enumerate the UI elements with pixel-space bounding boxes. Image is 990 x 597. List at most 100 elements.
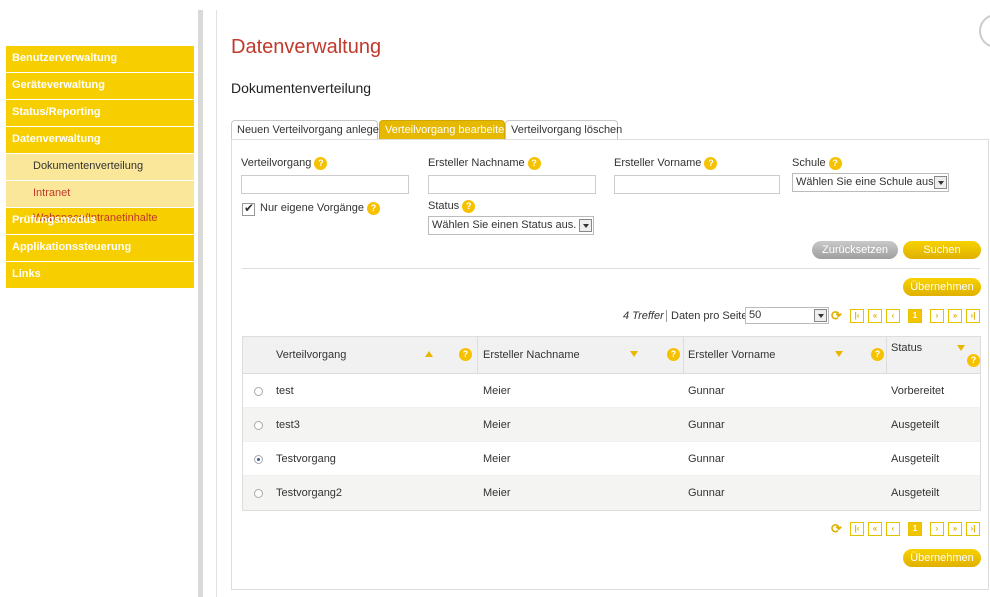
verteilvorgang-input[interactable] (241, 175, 409, 194)
cell-verteilvorgang: test (276, 385, 294, 397)
cell-verteilvorgang: Testvorgang2 (276, 487, 343, 499)
schule-select[interactable]: Wählen Sie eine Schule aus (792, 173, 949, 192)
nachname-label: Ersteller Nachname? (428, 157, 541, 170)
cell-status: Vorbereitet (891, 385, 945, 397)
help-icon[interactable]: ? (366, 202, 380, 215)
nav-status-reporting[interactable]: Status/Reporting (6, 99, 194, 126)
first-page-icon[interactable]: |‹ (850, 522, 864, 536)
status-select[interactable]: Wählen Sie einen Status aus. (428, 216, 594, 235)
help-icon[interactable]: ? (967, 354, 980, 367)
cell-verteilvorgang: test3 (276, 419, 300, 431)
cell-nachname: Meier (483, 419, 511, 431)
last-page-icon[interactable]: ›| (966, 522, 980, 536)
per-page-select[interactable]: 50 (745, 307, 829, 324)
fast-back-icon[interactable]: « (868, 309, 882, 323)
fast-forward-icon[interactable]: » (948, 522, 962, 536)
schule-label: Schule? (792, 157, 842, 170)
table-row[interactable]: test3 Meier Gunnar Ausgeteilt (243, 408, 980, 442)
cell-status: Ausgeteilt (891, 487, 940, 499)
row-radio[interactable] (254, 421, 263, 430)
nav-intranet-webspace[interactable]: Intranet Webspace/Intranetinhalte (6, 180, 194, 224)
apply-button-bottom[interactable]: Übernehmen (903, 549, 981, 567)
apply-button-top[interactable]: Übernehmen (903, 278, 981, 296)
tab-loeschen[interactable]: Verteilvorgang löschen (505, 120, 622, 139)
fast-back-icon[interactable]: « (868, 522, 882, 536)
tab-neuen-anlegen[interactable]: Neuen Verteilvorgang anlegen (231, 120, 385, 139)
sort-desc-icon[interactable] (957, 345, 965, 351)
status-select-value: Wählen Sie einen Status aus. (432, 219, 577, 231)
per-page-label: Daten pro Seite: (666, 310, 751, 322)
first-page-icon[interactable]: |‹ (850, 309, 864, 323)
table-row[interactable]: test Meier Gunnar Vorbereitet (243, 374, 980, 408)
tab-bearbeiten[interactable]: Verteilvorgang bearbeiten (379, 120, 510, 139)
eigene-label: Nur eigene Vorgänge? (260, 202, 380, 215)
help-icon[interactable]: ? (459, 348, 472, 361)
chevron-down-icon (934, 176, 947, 189)
separator (242, 268, 980, 269)
col-verteilvorgang[interactable]: Verteilvorgang ? (243, 337, 478, 373)
eigene-checkbox[interactable] (242, 201, 255, 216)
row-radio[interactable] (254, 489, 263, 498)
cell-nachname: Meier (483, 385, 511, 397)
fast-forward-icon[interactable]: » (948, 309, 962, 323)
current-page[interactable]: 1 (908, 522, 922, 536)
help-icon[interactable]: ? (871, 348, 884, 361)
help-icon[interactable]: ? (462, 200, 476, 213)
verteilvorgang-label: Verteilvorgang? (241, 157, 328, 170)
next-page-icon[interactable]: › (930, 522, 944, 536)
col-nachname[interactable]: Ersteller Nachname ? (478, 337, 684, 373)
pager-top: ⟳ |‹ « ‹ 1 › » ›| (831, 309, 981, 323)
sidebar: Benutzerverwaltung Geräteverwaltung Stat… (6, 45, 194, 288)
nav-geraeteverwaltung[interactable]: Geräteverwaltung (6, 72, 194, 99)
chevron-down-icon (579, 219, 592, 232)
cell-vorname: Gunnar (688, 487, 725, 499)
status-label: Status? (428, 200, 476, 213)
help-circle-icon[interactable] (979, 14, 990, 48)
table-row[interactable]: Testvorgang Meier Gunnar Ausgeteilt (243, 442, 980, 476)
prev-page-icon[interactable]: ‹ (886, 309, 900, 323)
help-icon[interactable]: ? (527, 157, 541, 170)
help-icon[interactable]: ? (704, 157, 718, 170)
cell-vorname: Gunnar (688, 419, 725, 431)
nav-applikationssteuerung[interactable]: Applikationssteuerung (6, 234, 194, 261)
sidebar-divider-line (216, 10, 217, 597)
col-vorname[interactable]: Ersteller Vorname ? (684, 337, 887, 373)
table-row[interactable]: Testvorgang2 Meier Gunnar Ausgeteilt (243, 476, 980, 510)
sort-desc-icon[interactable] (630, 351, 638, 357)
edit-panel: Verteilvorgang? Ersteller Nachname? Erst… (231, 139, 989, 590)
nav-dokumentenverteilung[interactable]: Dokumentenverteilung (6, 153, 194, 180)
help-icon[interactable]: ? (314, 157, 328, 170)
help-icon[interactable]: ? (828, 157, 842, 170)
refresh-icon[interactable]: ⟳ (831, 309, 845, 323)
search-button[interactable]: Suchen (903, 241, 981, 259)
results-table: Verteilvorgang ? Ersteller Nachname ? Er… (242, 336, 981, 511)
reset-button[interactable]: Zurücksetzen (812, 241, 898, 259)
next-page-icon[interactable]: › (930, 309, 944, 323)
sort-asc-icon[interactable] (425, 351, 433, 357)
last-page-icon[interactable]: ›| (966, 309, 980, 323)
help-icon[interactable]: ? (667, 348, 680, 361)
vorname-input[interactable] (614, 175, 780, 194)
refresh-icon[interactable]: ⟳ (831, 522, 845, 536)
page-title: Datenverwaltung (231, 36, 382, 58)
current-page[interactable]: 1 (908, 309, 922, 323)
hits-count: 4 Treffer (623, 310, 664, 322)
row-radio[interactable] (254, 387, 263, 396)
chevron-down-icon (814, 309, 827, 322)
nav-links[interactable]: Links (6, 261, 194, 288)
row-radio[interactable] (254, 455, 263, 464)
schule-select-value: Wählen Sie eine Schule aus (796, 176, 934, 188)
col-status[interactable]: Status ? (887, 337, 980, 373)
nachname-input[interactable] (428, 175, 596, 194)
sort-desc-icon[interactable] (835, 351, 843, 357)
nav-benutzerverwaltung[interactable]: Benutzerverwaltung (6, 45, 194, 72)
cell-nachname: Meier (483, 453, 511, 465)
pager-bottom: ⟳ |‹ « ‹ 1 › » ›| (831, 522, 981, 536)
per-page-value: 50 (749, 309, 762, 321)
cell-verteilvorgang: Testvorgang (276, 453, 336, 465)
cell-vorname: Gunnar (688, 453, 725, 465)
cell-vorname: Gunnar (688, 385, 725, 397)
nav-datenverwaltung[interactable]: Datenverwaltung (6, 126, 194, 153)
cell-nachname: Meier (483, 487, 511, 499)
prev-page-icon[interactable]: ‹ (886, 522, 900, 536)
